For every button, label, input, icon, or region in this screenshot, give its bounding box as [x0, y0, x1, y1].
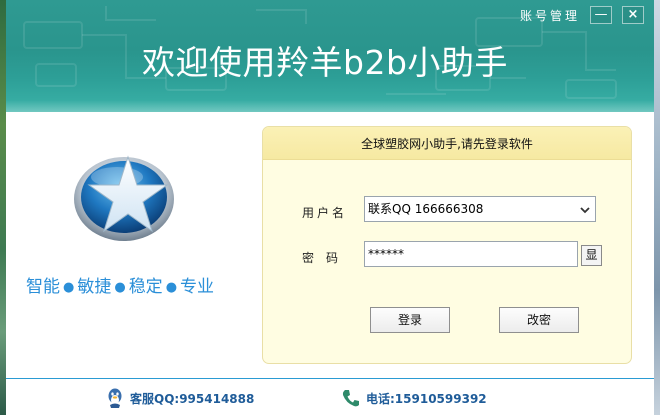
username-label: 用户名: [302, 206, 348, 220]
phone-icon: [340, 387, 362, 413]
window-title: 账号管理: [520, 9, 581, 23]
slogan-word-2: 敏捷: [77, 277, 112, 297]
desktop-background-right: [654, 0, 660, 415]
slogan-separator-2: ●: [114, 280, 126, 295]
login-panel: 全球塑胶网小助手,请先登录软件 用户名 联系QQ 166666308 密码 **…: [262, 126, 632, 364]
slogan-word-4: 专业: [180, 277, 215, 297]
password-value[interactable]: ******: [368, 242, 404, 266]
welcome-title: 欢迎使用羚羊b2b小助手: [142, 43, 508, 82]
username-combobox[interactable]: 联系QQ 166666308: [364, 196, 596, 222]
login-panel-header-text: 全球塑胶网小助手,请先登录软件: [361, 137, 533, 151]
support-qq-text: 客服QQ:995414888: [130, 392, 255, 406]
close-button[interactable]: ×: [622, 6, 644, 24]
footer: 客服QQ:995414888 电话:15910599392: [6, 378, 654, 415]
minimize-button[interactable]: —: [590, 6, 612, 24]
slogan-word-3: 稳定: [128, 277, 163, 297]
header-shine: [6, 100, 654, 112]
slogan-word-1: 智能: [26, 277, 60, 297]
slogan: 智能 ● 敏捷 ● 稳定 ● 专业: [26, 272, 214, 297]
star-logo-icon: [72, 145, 182, 245]
chevron-down-icon[interactable]: [579, 202, 591, 216]
slogan-separator-1: ●: [63, 280, 75, 295]
password-label: 密码: [302, 251, 351, 265]
login-panel-header: 全球塑胶网小助手,请先登录软件: [263, 127, 631, 160]
username-value[interactable]: 联系QQ 166666308: [368, 197, 483, 221]
slogan-separator-3: ●: [165, 280, 178, 295]
show-password-button[interactable]: 显: [581, 245, 602, 266]
login-window: 账号管理 — × 欢迎使用羚羊b2b小助手 智能 ● 敏捷 ● 稳定 ● 专业 …: [6, 0, 654, 415]
qq-penguin-icon: [104, 387, 126, 413]
banner-header: 账号管理 — × 欢迎使用羚羊b2b小助手: [6, 0, 654, 112]
login-button[interactable]: 登录: [370, 307, 450, 333]
password-field[interactable]: ******: [364, 241, 578, 267]
change-password-button[interactable]: 改密: [499, 307, 579, 333]
support-phone-text: 电话:15910599392: [366, 392, 487, 406]
